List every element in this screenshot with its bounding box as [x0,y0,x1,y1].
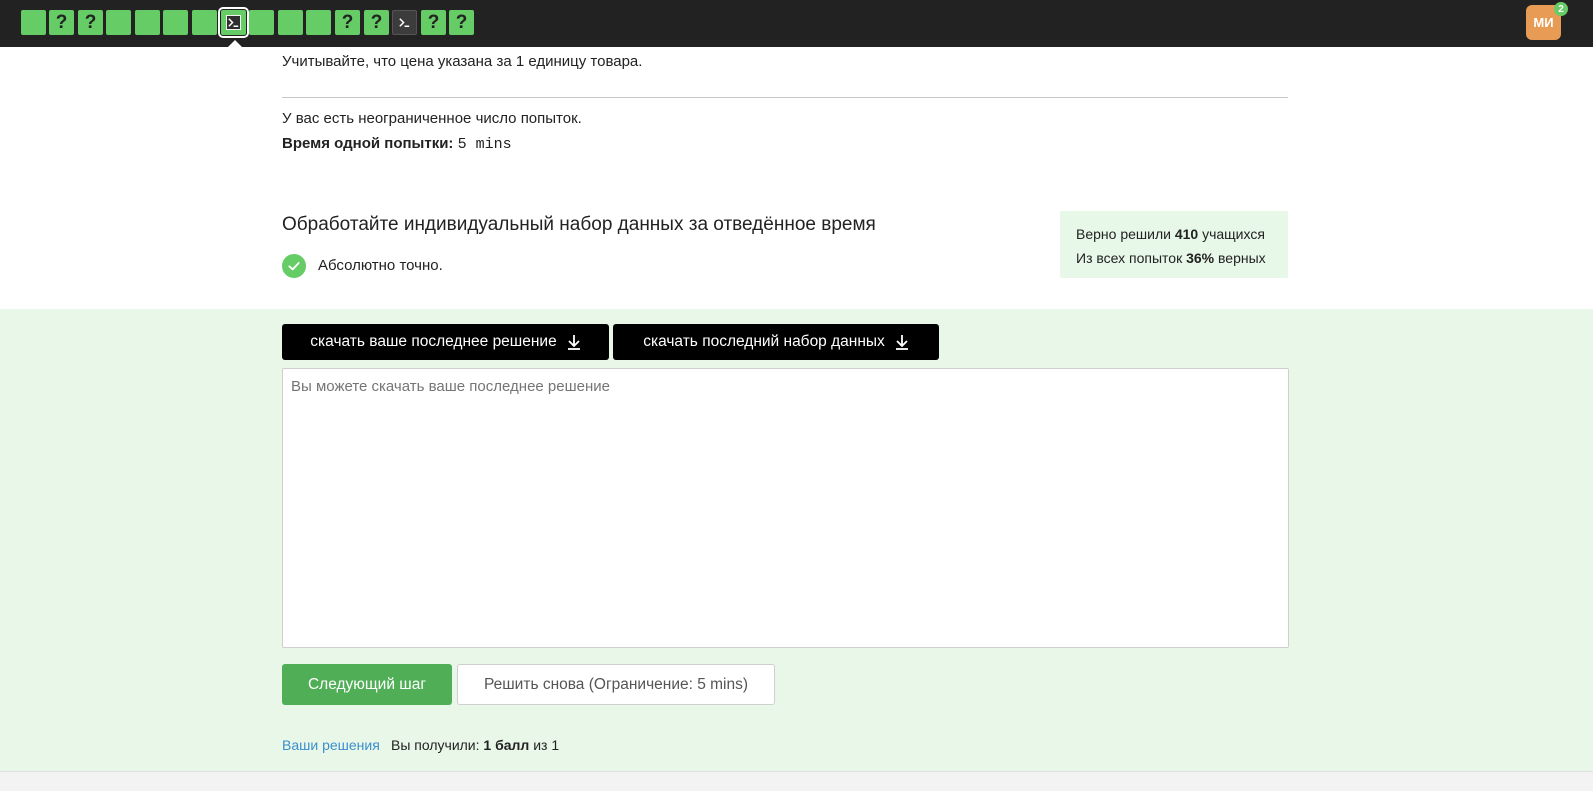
bottom-strip [0,771,1593,791]
attempts-info: У вас есть неограниченное число попыток. [282,110,582,127]
stats-text: Верно решили [1076,226,1175,242]
question-icon: ? [370,11,383,33]
terminal-icon [226,15,241,30]
download-dataset-button[interactable]: скачать последний набор данных [613,324,939,360]
step-6[interactable] [163,10,188,35]
solution-textarea[interactable] [282,368,1289,648]
step-3[interactable]: ? [78,10,103,35]
step-16[interactable]: ? [449,10,474,35]
step-14[interactable] [392,10,417,35]
step-15[interactable]: ? [421,10,446,35]
divider [282,97,1288,98]
question-icon: ? [55,11,68,33]
result-status: Абсолютно точно. [318,257,443,274]
step-11[interactable] [306,10,331,35]
top-navbar: ? ? ? ? ? ? МИ 2 [0,0,1593,48]
step-7[interactable] [192,10,217,35]
stats-text: верных [1214,250,1266,266]
retry-button[interactable]: Решить снова (Ограничение: 5 mins) [457,664,775,705]
step-10[interactable] [278,10,303,35]
check-icon [282,254,306,278]
solved-count: 410 [1174,226,1199,242]
download-icon [567,335,580,350]
dataset-task-title: Обработайте индивидуальный набор данных … [282,214,876,235]
question-icon: ? [455,11,468,33]
step-9[interactable] [249,10,274,35]
solved-count-line: Верно решили 410 учащихся [1076,222,1288,246]
terminal-icon [399,18,410,27]
download-solution-button[interactable]: скачать ваше последнее решение [282,324,609,360]
step-4[interactable] [106,10,131,35]
step-8-current[interactable] [218,7,249,38]
step-2[interactable]: ? [49,10,74,35]
notification-badge[interactable]: 2 [1554,2,1568,16]
price-note: Учитывайте, что цена указана за 1 единиц… [282,53,643,70]
stats-text: Из всех попыток [1076,250,1187,266]
solve-stats-box: Верно решили 410 учащихся Из всех попыто… [1060,211,1288,278]
question-icon: ? [84,11,97,33]
attempt-time: Время одной попытки: 5 mins [282,135,512,153]
score-text: Вы получили: 1 балл из 1 [391,737,559,753]
step-13[interactable]: ? [364,10,389,35]
your-solutions-link[interactable]: Ваши решения [282,737,380,753]
score-suffix: из 1 [529,737,560,753]
avatar-initials: МИ [1533,15,1554,30]
success-rate-line: Из всех попыток 36% верных [1076,246,1288,270]
download-icon [895,335,908,350]
question-icon: ? [341,11,354,33]
step-5[interactable] [135,10,160,35]
step-1[interactable] [21,10,46,35]
attempt-time-label: Время одной попытки: [282,135,454,152]
attempt-time-value: 5 mins [457,136,512,153]
score-value: 1 балл [483,737,530,753]
stats-text: учащихся [1198,226,1265,242]
next-step-button[interactable]: Следующий шаг [282,664,452,705]
download-dataset-label: скачать последний набор данных [643,333,885,350]
download-solution-label: скачать ваше последнее решение [310,333,557,350]
score-prefix: Вы получили: [391,737,484,753]
question-icon: ? [427,11,440,33]
step-12[interactable]: ? [335,10,360,35]
success-percent: 36% [1186,250,1215,266]
current-step-caret [227,40,243,48]
